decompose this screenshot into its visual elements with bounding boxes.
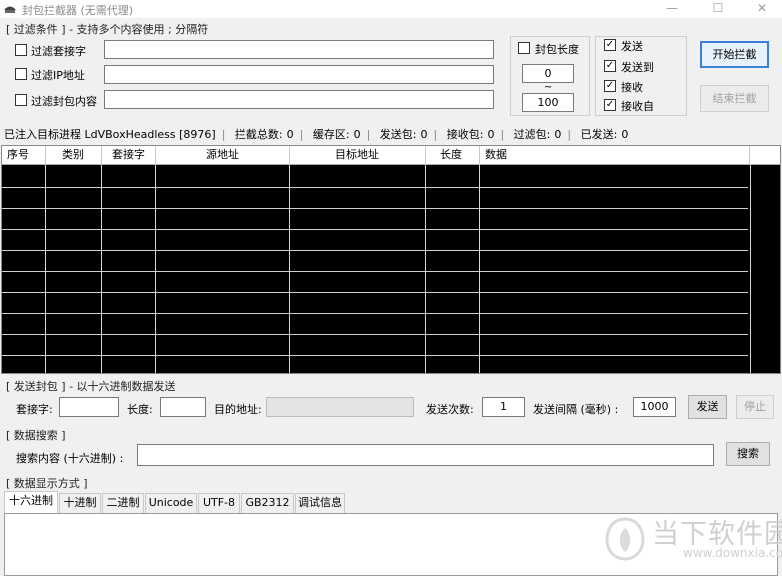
send-interval-input[interactable]: 1000	[633, 397, 676, 417]
filter-ip-label: 过滤IP地址	[31, 69, 85, 82]
send-socket-label: 套接字:	[16, 403, 53, 416]
send-count-input[interactable]: 1	[482, 397, 525, 417]
tab-binary[interactable]: 二进制	[102, 493, 144, 513]
maximize-button[interactable]: ☐	[696, 0, 740, 18]
option-recv-label: 接收	[621, 81, 643, 94]
option-recvfrom-checkbox[interactable]: ✓	[604, 99, 616, 111]
packet-table[interactable]: 序号 类别 套接字 源地址 目标地址 长度 数据	[1, 145, 781, 374]
packet-table-header: 序号 类别 套接字 源地址 目标地址 长度 数据	[2, 146, 780, 165]
status-resent-label: 已发送:	[580, 128, 618, 141]
status-sent-value: 0	[420, 128, 428, 141]
filter-socket-input[interactable]	[104, 40, 494, 59]
watermark-logo	[605, 517, 645, 561]
send-dest-input[interactable]	[266, 397, 414, 417]
tab-decimal[interactable]: 十进制	[59, 493, 101, 513]
send-interval-label: 发送间隔 (毫秒) :	[533, 403, 619, 416]
search-button[interactable]: 搜索	[726, 442, 770, 466]
send-stop-button[interactable]: 停止	[736, 395, 774, 419]
start-intercept-button[interactable]: 开始拦截	[700, 41, 769, 68]
status-buffer-value: 0	[353, 128, 361, 141]
tab-unicode[interactable]: Unicode	[145, 493, 197, 513]
send-dest-label: 目的地址:	[214, 403, 262, 416]
column-header-destination[interactable]: 目标地址	[290, 146, 426, 165]
column-header-source[interactable]: 源地址	[156, 146, 290, 165]
filter-legend: [ 过滤条件 ] - 支持多个内容使用 ; 分隔符	[6, 23, 209, 36]
send-socket-input[interactable]	[59, 397, 119, 417]
send-legend: [ 发送封包 ] - 以十六进制数据发送	[6, 380, 176, 393]
minimize-button[interactable]: —	[650, 0, 694, 18]
tab-hex[interactable]: 十六进制	[4, 491, 58, 514]
send-button[interactable]: 发送	[688, 395, 727, 419]
filter-socket-checkbox[interactable]	[15, 44, 27, 56]
status-filtered-value: 0	[554, 128, 562, 141]
status-total-value: 0	[286, 128, 294, 141]
tab-debug[interactable]: 调试信息	[295, 493, 345, 513]
table-scrollbar[interactable]	[750, 165, 780, 373]
status-sent-label: 发送包:	[379, 128, 417, 141]
status-line: 已注入目标进程 LdVBoxHeadless [8976] | 拦截总数: 0 | 缓…	[4, 128, 629, 141]
send-count-label: 发送次数:	[426, 403, 474, 416]
column-header-socket[interactable]: 套接字	[102, 146, 156, 165]
display-legend: [ 数据显示方式 ]	[6, 477, 88, 490]
length-max-input[interactable]: 100	[522, 93, 574, 112]
option-recv-checkbox[interactable]: ✓	[604, 80, 616, 92]
filter-socket-label: 过滤套接字	[31, 45, 86, 58]
window-title: 封包拦截器 (无需代理)	[22, 4, 134, 17]
option-sendto-checkbox[interactable]: ✓	[604, 60, 616, 72]
tab-utf8[interactable]: UTF-8	[198, 493, 240, 513]
status-recv-label: 接收包:	[446, 128, 484, 141]
status-buffer-label: 缓存区:	[312, 128, 350, 141]
send-length-label: 长度:	[127, 403, 153, 416]
title-bar: 封包拦截器 (无需代理) — ☐ ✕	[0, 0, 782, 18]
length-checkbox[interactable]	[518, 42, 530, 54]
status-total-label: 拦截总数:	[234, 128, 283, 141]
watermark-url: www.downxia.com	[683, 546, 782, 560]
option-send-checkbox[interactable]: ✓	[604, 39, 616, 51]
length-range-tilde: ~	[544, 82, 553, 93]
option-recvfrom-label: 接收自	[621, 100, 654, 113]
filter-content-label: 过滤封包内容	[31, 95, 97, 108]
search-legend: [ 数据搜索 ]	[6, 429, 66, 442]
column-header-data[interactable]: 数据	[480, 146, 750, 165]
tab-gb2312[interactable]: GB2312	[241, 493, 294, 513]
filter-ip-input[interactable]	[104, 65, 494, 84]
status-recv-value: 0	[487, 128, 495, 141]
filter-content-checkbox[interactable]	[15, 94, 27, 106]
close-button[interactable]: ✕	[740, 0, 782, 18]
option-send-label: 发送	[621, 40, 643, 53]
stop-intercept-button[interactable]: 结束拦截	[700, 85, 769, 112]
status-resent-value: 0	[621, 128, 629, 141]
app-icon	[4, 6, 16, 13]
status-injected: 已注入目标进程 LdVBoxHeadless [8976]	[4, 128, 216, 141]
search-input[interactable]	[137, 444, 714, 466]
option-sendto-label: 发送到	[621, 61, 654, 74]
status-filtered-label: 过滤包:	[513, 128, 551, 141]
send-length-input[interactable]	[160, 397, 206, 417]
column-header-length[interactable]: 长度	[426, 146, 480, 165]
length-min-input[interactable]: 0	[522, 64, 574, 83]
column-header-type[interactable]: 类别	[46, 146, 102, 165]
column-header-index[interactable]: 序号	[2, 146, 46, 165]
filter-ip-checkbox[interactable]	[15, 68, 27, 80]
search-label: 搜索内容 (十六进制) :	[16, 452, 124, 465]
filter-content-input[interactable]	[104, 90, 494, 109]
length-label: 封包长度	[535, 43, 579, 56]
